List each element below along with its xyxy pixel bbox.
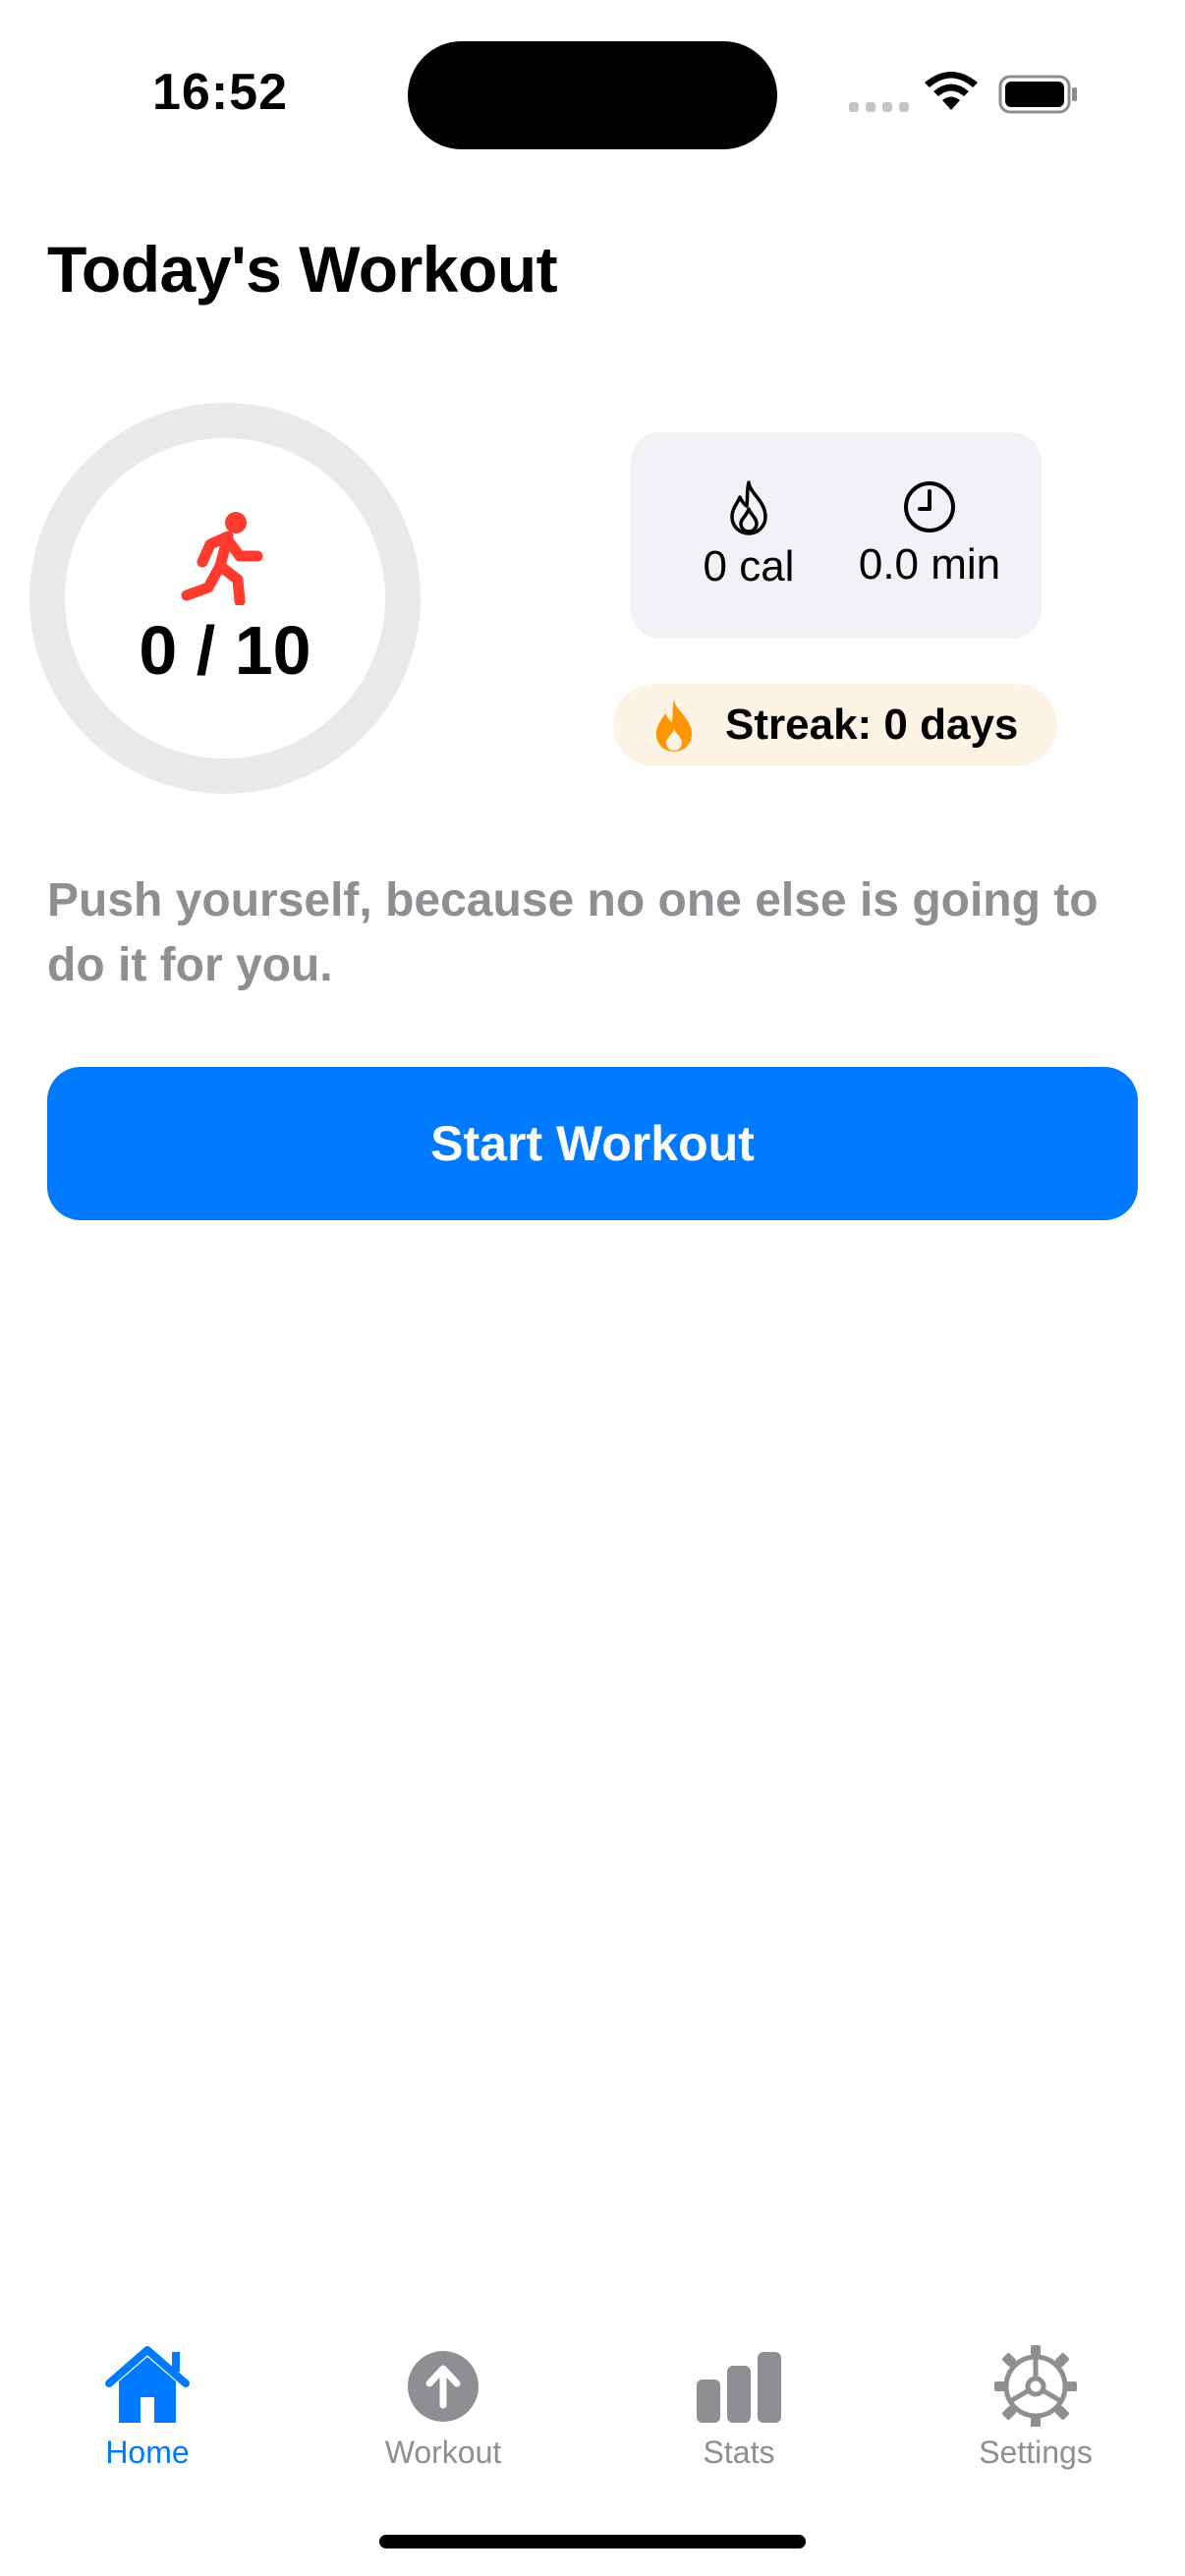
tab-settings[interactable]: Settings [937,2342,1134,2471]
tab-stats[interactable]: Stats [641,2342,837,2471]
clock-icon [904,481,955,532]
start-workout-button[interactable]: Start Workout [47,1067,1138,1220]
bar-chart-icon [697,2352,781,2423]
arrow-up-circle-icon [408,2351,479,2422]
page-title: Today's Workout [47,233,558,306]
tab-home[interactable]: Home [49,2342,246,2471]
tab-workout-label: Workout [384,2435,502,2470]
tab-workout[interactable]: Workout [345,2342,541,2471]
status-time: 16:52 [152,64,288,121]
progress-count: 0 / 10 [139,612,311,689]
tab-home-label: Home [105,2435,190,2470]
gear-icon [994,2345,1077,2427]
running-figure-icon [181,512,263,605]
duration-stat: 0.0 min [837,479,1022,589]
streak-text: Streak: 0 days [725,700,1019,749]
calories-value: 0 cal [703,542,795,590]
stats-card: 0 cal 0.0 min [631,432,1042,639]
streak-badge: Streak: 0 days [613,684,1057,766]
dynamic-island [408,41,777,149]
wifi-icon [925,72,978,110]
house-icon [105,2346,190,2423]
calories-stat: 0 cal [680,479,818,591]
cellular-signal-icon [849,102,909,112]
flame-icon [656,700,692,752]
tab-stats-label: Stats [703,2435,775,2470]
flame-outline-icon [730,480,767,535]
battery-icon [998,75,1077,114]
home-screen: 16:52 Today's Workout 0 / 10 0 cal 0.0 m… [0,0,1185,2576]
motivational-quote: Push yourself, because no one else is go… [47,874,1099,991]
home-indicator [379,2535,806,2548]
tab-settings-label: Settings [979,2435,1093,2470]
duration-value: 0.0 min [858,540,1001,588]
